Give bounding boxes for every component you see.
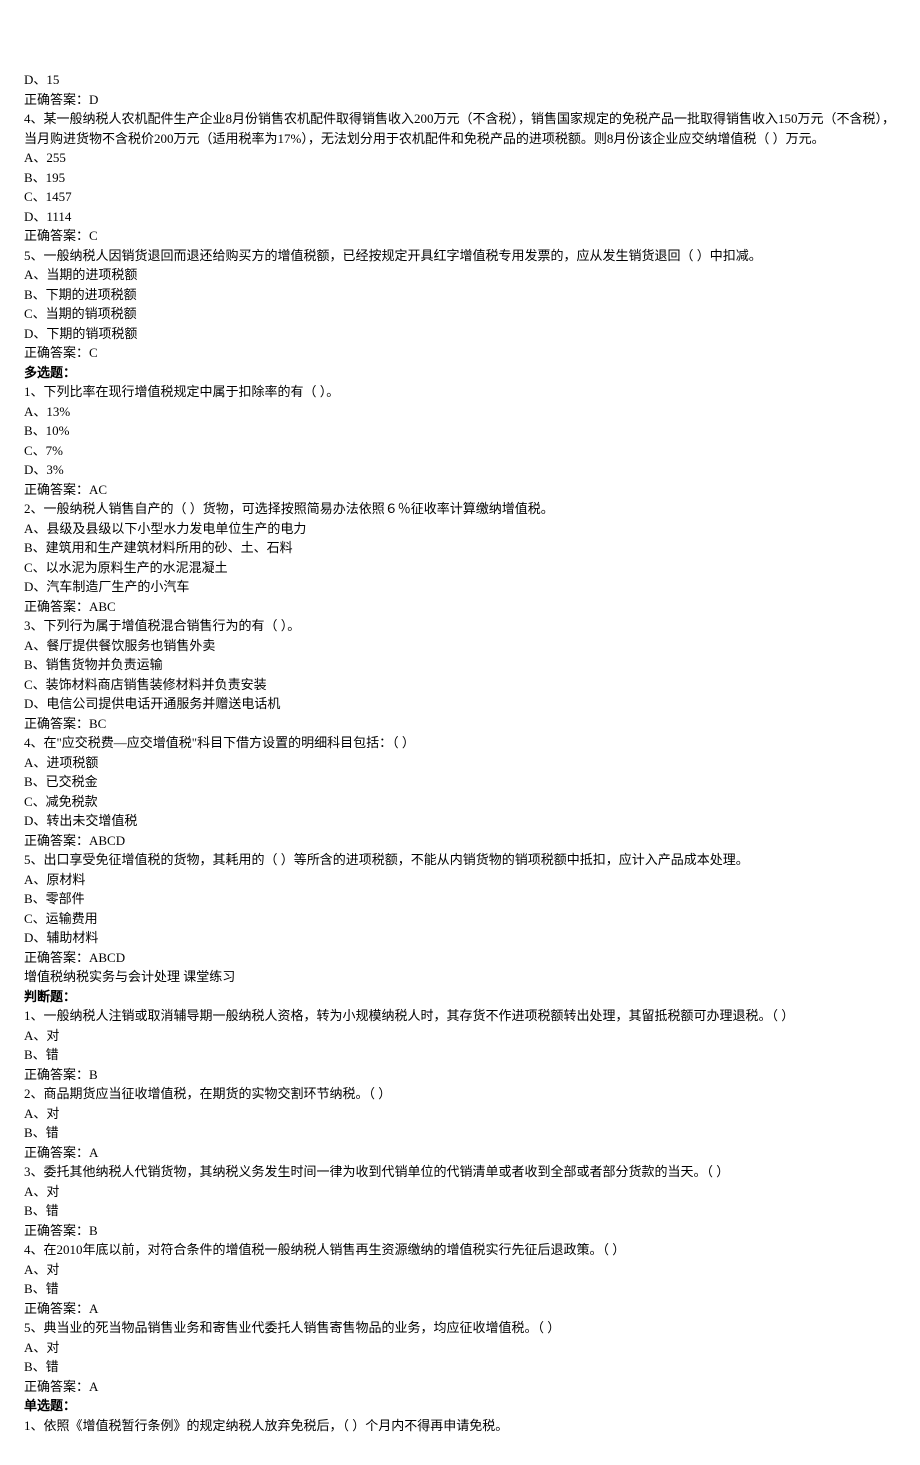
option-c: C、7% <box>24 441 896 461</box>
answer: 正确答案：C <box>24 226 896 246</box>
option-a: A、对 <box>24 1182 896 1202</box>
option-b: B、错 <box>24 1201 896 1221</box>
option-a: A、对 <box>24 1026 896 1046</box>
answer: 正确答案：D <box>24 90 896 110</box>
option-d: D、15 <box>24 70 896 90</box>
answer: 正确答案：AC <box>24 480 896 500</box>
option-c: C、当期的销项税额 <box>24 304 896 324</box>
question: 5、一般纳税人因销货退回而退还给购买方的增值税额，已经按规定开具红字增值税专用发… <box>24 246 896 266</box>
question: 1、依照《增值税暂行条例》的规定纳税人放弃免税后，（ ）个月内不得再申请免税。 <box>24 1416 896 1436</box>
question: 4、某一般纳税人农机配件生产企业8月份销售农机配件取得销售收入200万元（不含税… <box>24 109 896 148</box>
answer: 正确答案：C <box>24 343 896 363</box>
question: 1、一般纳税人注销或取消辅导期一般纳税人资格，转为小规模纳税人时，其存货不作进项… <box>24 1006 896 1026</box>
option-a: A、当期的进项税额 <box>24 265 896 285</box>
answer: 正确答案：A <box>24 1143 896 1163</box>
answer: 正确答案：B <box>24 1221 896 1241</box>
option-d: D、电信公司提供电话开通服务并赠送电话机 <box>24 694 896 714</box>
option-a: A、13% <box>24 402 896 422</box>
option-a: A、255 <box>24 148 896 168</box>
question: 3、委托其他纳税人代销货物，其纳税义务发生时间一律为收到代销单位的代销清单或者收… <box>24 1162 896 1182</box>
option-b: B、错 <box>24 1357 896 1377</box>
answer: 正确答案：B <box>24 1065 896 1085</box>
section-single: 单选题： <box>24 1396 896 1416</box>
option-d: D、3% <box>24 460 896 480</box>
question: 4、在"应交税费—应交增值税"科目下借方设置的明细科目包括：（ ） <box>24 733 896 753</box>
question: 2、商品期货应当征收增值税，在期货的实物交割环节纳税。（ ） <box>24 1084 896 1104</box>
answer: 正确答案：A <box>24 1299 896 1319</box>
option-a: A、进项税额 <box>24 753 896 773</box>
question: 3、下列行为属于增值税混合销售行为的有（ ）。 <box>24 616 896 636</box>
option-b: B、销售货物并负责运输 <box>24 655 896 675</box>
option-b: B、零部件 <box>24 889 896 909</box>
question: 1、下列比率在现行增值税规定中属于扣除率的有（ ）。 <box>24 382 896 402</box>
question: 5、典当业的死当物品销售业务和寄售业代委托人销售寄售物品的业务，均应征收增值税。… <box>24 1318 896 1338</box>
option-a: A、对 <box>24 1260 896 1280</box>
option-d: D、下期的销项税额 <box>24 324 896 344</box>
question: 2、一般纳税人销售自产的（ ）货物，可选择按照简易办法依照６％征收率计算缴纳增值… <box>24 499 896 519</box>
option-d: D、转出未交增值税 <box>24 811 896 831</box>
answer: 正确答案：ABCD <box>24 948 896 968</box>
option-d: D、1114 <box>24 207 896 227</box>
option-c: C、装饰材料商店销售装修材料并负责安装 <box>24 675 896 695</box>
option-b: B、错 <box>24 1045 896 1065</box>
section-multi: 多选题： <box>24 363 896 383</box>
option-b: B、195 <box>24 168 896 188</box>
option-b: B、错 <box>24 1279 896 1299</box>
option-d: D、汽车制造厂生产的小汽车 <box>24 577 896 597</box>
option-d: D、辅助材料 <box>24 928 896 948</box>
option-a: A、原材料 <box>24 870 896 890</box>
option-b: B、建筑用和生产建筑材料所用的砂、土、石料 <box>24 538 896 558</box>
option-c: C、以水泥为原料生产的水泥混凝土 <box>24 558 896 578</box>
option-a: A、对 <box>24 1338 896 1358</box>
option-c: C、1457 <box>24 187 896 207</box>
option-a: A、对 <box>24 1104 896 1124</box>
section-title: 增值税纳税实务与会计处理 课堂练习 <box>24 967 896 987</box>
option-b: B、下期的进项税额 <box>24 285 896 305</box>
option-a: A、餐厅提供餐饮服务也销售外卖 <box>24 636 896 656</box>
answer: 正确答案：ABCD <box>24 831 896 851</box>
option-a: A、县级及县级以下小型水力发电单位生产的电力 <box>24 519 896 539</box>
option-b: B、10% <box>24 421 896 441</box>
question: 4、在2010年底以前，对符合条件的增值税一般纳税人销售再生资源缴纳的增值税实行… <box>24 1240 896 1260</box>
question: 5、出口享受免征增值税的货物，其耗用的（ ）等所含的进项税额，不能从内销货物的销… <box>24 850 896 870</box>
answer: 正确答案：ABC <box>24 597 896 617</box>
answer: 正确答案：A <box>24 1377 896 1397</box>
option-c: C、减免税款 <box>24 792 896 812</box>
section-judge: 判断题： <box>24 987 896 1007</box>
option-c: C、运输费用 <box>24 909 896 929</box>
answer: 正确答案：BC <box>24 714 896 734</box>
option-b: B、错 <box>24 1123 896 1143</box>
option-b: B、已交税金 <box>24 772 896 792</box>
